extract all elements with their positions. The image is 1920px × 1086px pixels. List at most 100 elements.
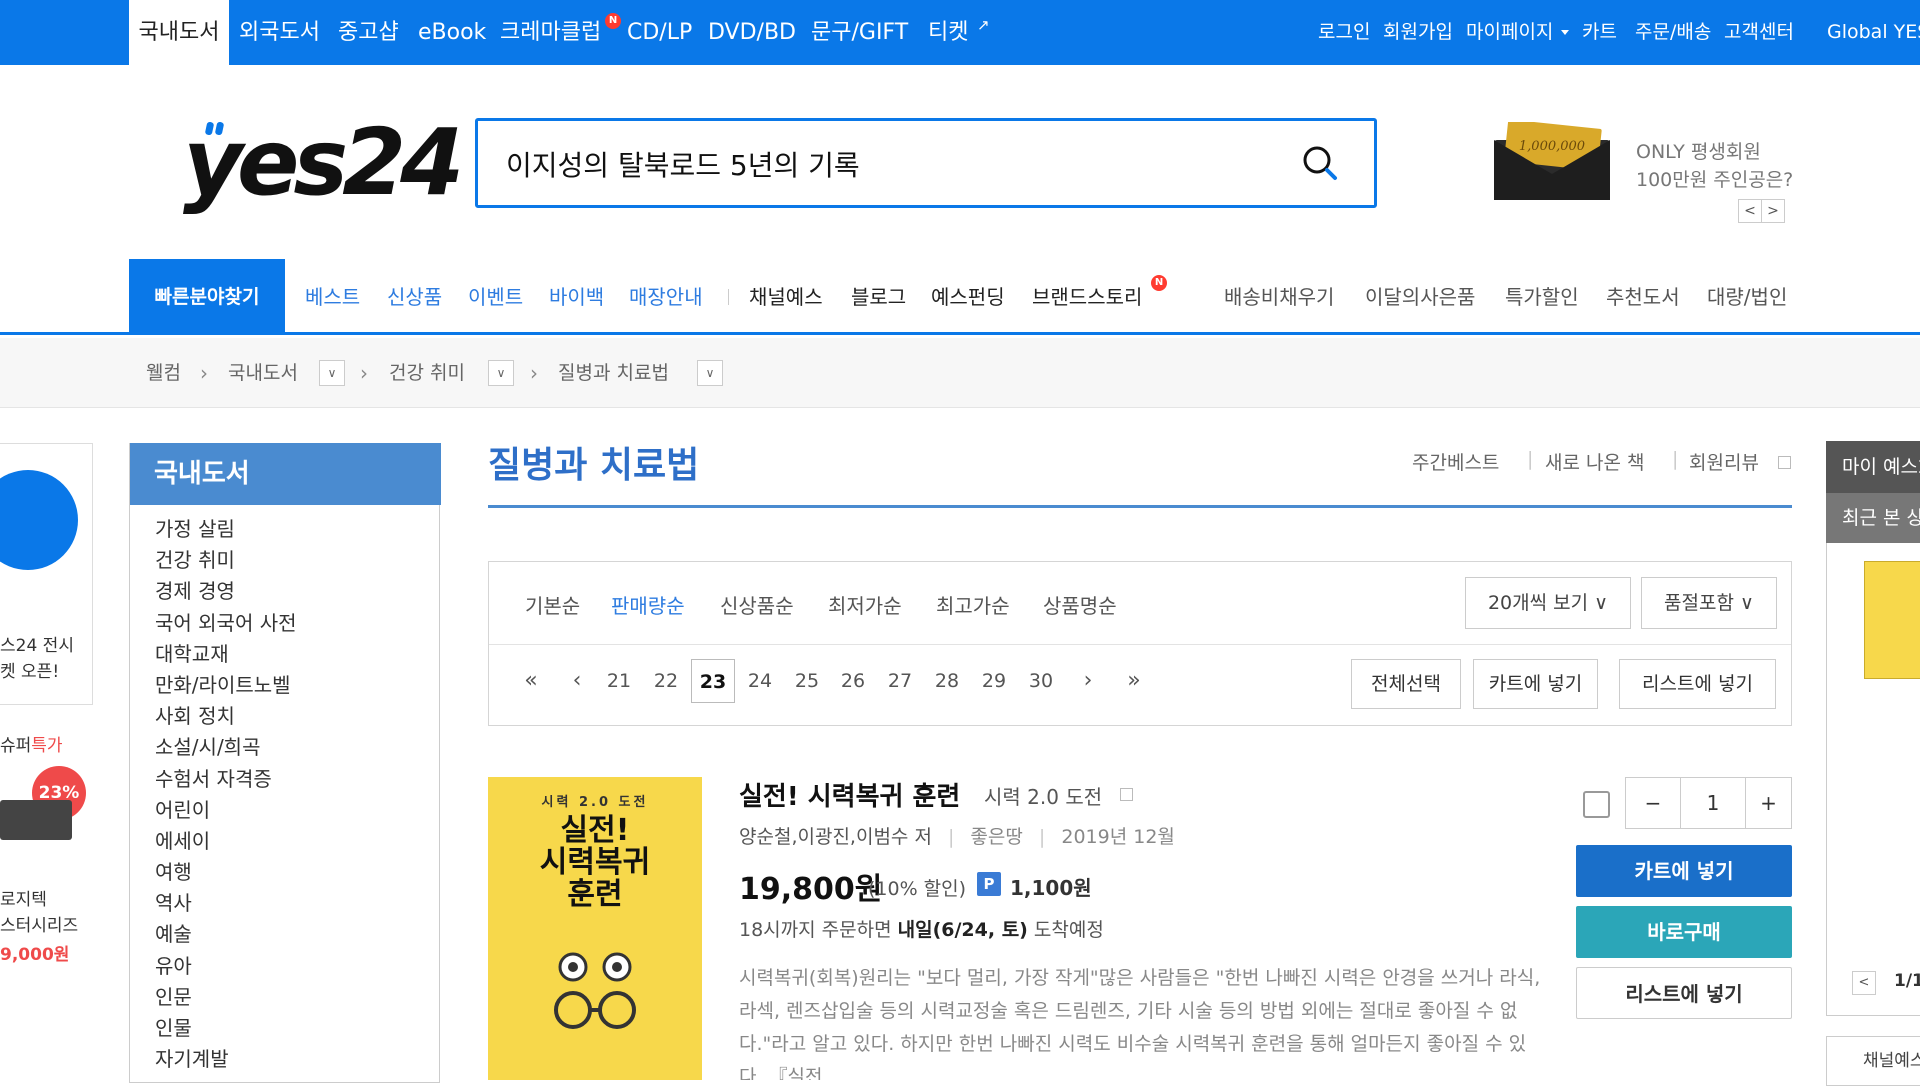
category-item[interactable]: 에세이: [155, 826, 297, 857]
quick-category-button[interactable]: 빠른분야찾기: [129, 259, 285, 335]
product-checkbox[interactable]: [1583, 791, 1610, 818]
topnav-cd-lp[interactable]: CD/LP: [627, 0, 692, 65]
prev-page-icon[interactable]: ‹: [555, 659, 599, 703]
recently-viewed-tab[interactable]: 최근 본 상품: [1826, 493, 1920, 543]
buy-now-button[interactable]: 바로구매: [1576, 906, 1792, 958]
recent-book-thumbnail[interactable]: [1864, 561, 1920, 679]
nav-store-info[interactable]: 매장안내: [629, 259, 703, 335]
category-sidebar-title[interactable]: 국내도서: [130, 443, 441, 505]
nav-bulk-corporate[interactable]: 대량/법인: [1707, 259, 1787, 335]
sort-lowest-price[interactable]: 최저가순: [828, 590, 902, 619]
category-item[interactable]: 소설/시/희곡: [155, 732, 297, 763]
global-yes24-link[interactable]: Global YES24: [1827, 0, 1920, 65]
topnav-ebook[interactable]: eBook: [418, 0, 486, 65]
nav-blog[interactable]: 블로그: [851, 259, 906, 335]
topnav-foreign-books[interactable]: 외국도서: [239, 0, 320, 65]
topnav-domestic-books[interactable]: 국내도서: [129, 0, 229, 65]
membership-card-image[interactable]: 1,000,000: [1492, 122, 1612, 200]
add-to-cart-button[interactable]: 카트에 넣기: [1576, 845, 1792, 897]
nav-special-discount[interactable]: 특가할인: [1505, 259, 1579, 335]
breadcrumb-domestic[interactable]: 국내도서: [228, 338, 298, 408]
quantity-increase-button[interactable]: +: [1745, 777, 1792, 829]
topnav-ticket[interactable]: 티켓: [928, 0, 968, 65]
signup-link[interactable]: 회원가입: [1383, 0, 1453, 65]
nav-new[interactable]: 신상품: [387, 259, 442, 335]
chevron-down-icon[interactable]: ∨: [488, 360, 514, 386]
category-item[interactable]: 만화/라이트노벨: [155, 670, 297, 701]
nav-channel-yes[interactable]: 채널예스: [749, 259, 823, 335]
my-yes24-tab[interactable]: 마이 예스24: [1826, 441, 1920, 493]
category-item[interactable]: 유아: [155, 951, 297, 982]
sort-name[interactable]: 상품명순: [1043, 590, 1117, 619]
breadcrumb-health-hobby[interactable]: 건강 취미: [389, 338, 465, 408]
category-item[interactable]: 예술: [155, 919, 297, 950]
channel-yes-link[interactable]: 채널예스: [1826, 1036, 1920, 1086]
add-to-list-bulk-button[interactable]: 리스트에 넣기: [1619, 659, 1776, 709]
category-item[interactable]: 대학교재: [155, 639, 297, 670]
customer-center-link[interactable]: 고객센터: [1724, 0, 1794, 65]
category-item[interactable]: 역사: [155, 888, 297, 919]
page-link[interactable]: 22: [644, 659, 688, 703]
first-page-icon[interactable]: «: [509, 659, 553, 703]
membership-promo-text[interactable]: ONLY 평생회원 100만원 주인공은?: [1636, 138, 1793, 194]
topnav-stationery-gift[interactable]: 문구/GIFT: [811, 0, 908, 65]
recent-prev-button[interactable]: <: [1852, 971, 1876, 995]
nav-event[interactable]: 이벤트: [468, 259, 523, 335]
topnav-crema-club[interactable]: 크레마클럽: [500, 0, 601, 65]
chevron-down-icon[interactable]: ∨: [697, 360, 723, 386]
page-link[interactable]: 29: [972, 659, 1016, 703]
sort-newest[interactable]: 신상품순: [720, 590, 794, 619]
sort-default[interactable]: 기본순: [525, 590, 580, 619]
quantity-input[interactable]: 1: [1680, 777, 1746, 829]
yes24-logo[interactable]: yes24: [183, 117, 464, 209]
mypage-dropdown-icon[interactable]: [1561, 30, 1569, 35]
select-all-button[interactable]: 전체선택: [1351, 659, 1461, 709]
topnav-dvd-bd[interactable]: DVD/BD: [708, 0, 796, 65]
category-item[interactable]: 가정 살림: [155, 514, 297, 545]
page-link[interactable]: 21: [597, 659, 641, 703]
nav-monthly-gift[interactable]: 이달의사은품: [1365, 259, 1475, 335]
category-item[interactable]: 경제 경영: [155, 576, 297, 607]
nav-fill-shipping[interactable]: 배송비채우기: [1224, 259, 1334, 335]
category-item[interactable]: 수험서 자격증: [155, 764, 297, 795]
product-title[interactable]: 실전! 시력복귀 훈련: [739, 776, 960, 813]
category-item[interactable]: 인문: [155, 982, 297, 1013]
search-input[interactable]: [506, 139, 1266, 189]
soldout-filter-select[interactable]: 품절포함 ∨: [1641, 577, 1777, 629]
page-link[interactable]: 25: [785, 659, 829, 703]
category-item[interactable]: 사회 정치: [155, 701, 297, 732]
mypage-link[interactable]: 마이페이지: [1466, 0, 1553, 65]
category-item[interactable]: 국어 외국어 사전: [155, 608, 297, 639]
page-link[interactable]: 24: [738, 659, 782, 703]
weekly-best-link[interactable]: 주간베스트: [1412, 448, 1499, 475]
nav-recommended[interactable]: 추천도서: [1606, 259, 1680, 335]
nav-best[interactable]: 베스트: [305, 259, 360, 335]
per-page-select[interactable]: 20개씩 보기 ∨: [1465, 577, 1631, 629]
book-cover-image[interactable]: 시력 2.0 도전 실전! 시력복귀 훈련: [488, 777, 702, 1080]
product-authors[interactable]: 양순철,이광진,이범수 저: [739, 826, 932, 848]
breadcrumb-disease-treatment[interactable]: 질병과 치료법: [558, 338, 669, 408]
product-publisher[interactable]: 좋은땅: [970, 826, 1022, 848]
page-link[interactable]: 26: [831, 659, 875, 703]
current-page[interactable]: 23: [691, 659, 735, 703]
order-delivery-link[interactable]: 주문/배송: [1635, 0, 1711, 65]
add-to-list-button[interactable]: 리스트에 넣기: [1576, 967, 1792, 1019]
last-page-icon[interactable]: »: [1112, 659, 1156, 703]
promo-next-button[interactable]: >: [1761, 199, 1785, 223]
chevron-down-icon[interactable]: ∨: [319, 360, 345, 386]
cart-link[interactable]: 카트: [1582, 0, 1617, 65]
category-item[interactable]: 어린이: [155, 795, 297, 826]
add-to-cart-bulk-button[interactable]: 카트에 넣기: [1473, 659, 1598, 709]
breadcrumb-welcome[interactable]: 웰컴: [146, 338, 181, 408]
page-link[interactable]: 27: [878, 659, 922, 703]
new-window-icon[interactable]: [1120, 788, 1133, 801]
promo-prev-button[interactable]: <: [1738, 199, 1762, 223]
login-link[interactable]: 로그인: [1318, 0, 1370, 65]
page-link[interactable]: 30: [1019, 659, 1063, 703]
page-link[interactable]: 28: [925, 659, 969, 703]
nav-yes-funding[interactable]: 예스펀딩: [931, 259, 1005, 335]
category-item[interactable]: 인물: [155, 1013, 297, 1044]
nav-buyback[interactable]: 바이백: [549, 259, 604, 335]
member-reviews-link[interactable]: 회원리뷰: [1689, 448, 1759, 475]
search-icon[interactable]: [1302, 145, 1338, 181]
